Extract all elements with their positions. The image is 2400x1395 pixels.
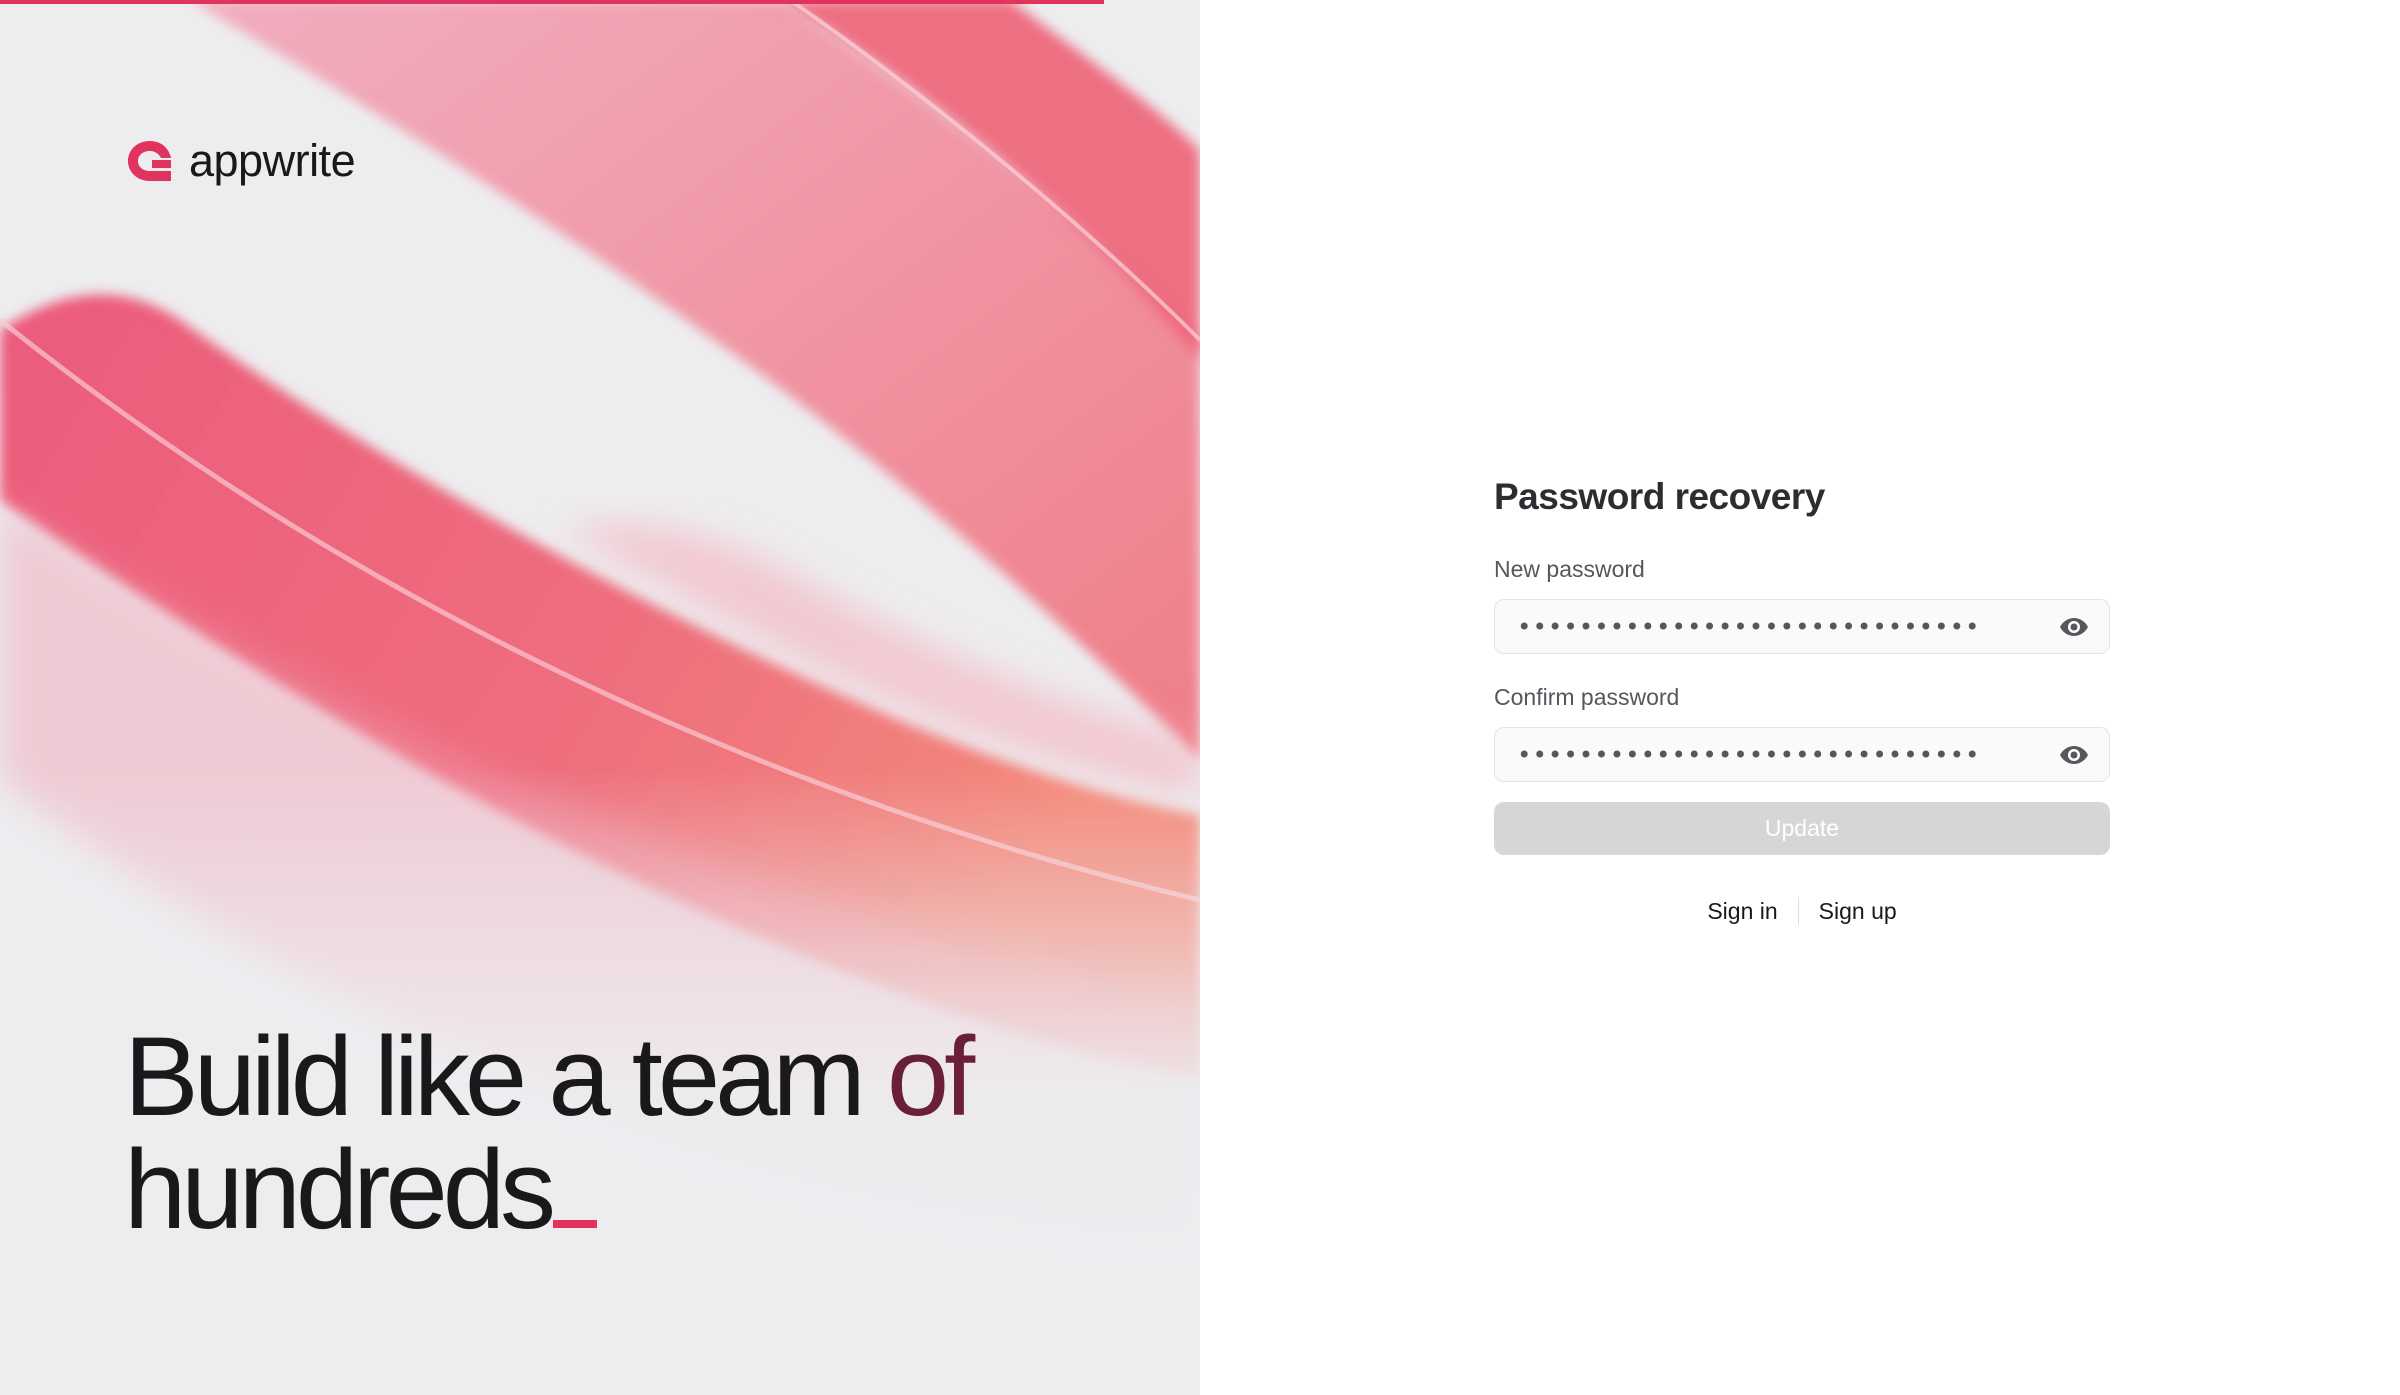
appwrite-logo-icon (128, 141, 171, 181)
brand-logo[interactable]: appwrite (125, 135, 356, 187)
hero-line-2: hundreds (124, 1127, 556, 1252)
hero-line-1: Build like a team (124, 1014, 866, 1139)
hero-tagline: Build like a team of hundreds (124, 1020, 975, 1246)
confirm-password-input[interactable] (1495, 728, 2109, 781)
loading-progress-bar (0, 0, 1104, 4)
eye-icon[interactable] (2059, 742, 2089, 768)
new-password-input[interactable] (1495, 600, 2109, 653)
password-recovery-form: Password recovery New password Confirm p… (1494, 476, 2110, 925)
confirm-password-field-wrapper (1494, 727, 2110, 782)
hero-line-1-highlight: of (886, 1014, 975, 1139)
new-password-field-wrapper (1494, 599, 2110, 654)
page: appwrite Build like a team of hundreds P… (0, 0, 2400, 1395)
eye-icon[interactable] (2059, 614, 2089, 640)
brand-name: appwrite (189, 135, 356, 186)
brand-panel: appwrite Build like a team of hundreds (0, 0, 1200, 1395)
update-button[interactable]: Update (1494, 802, 2110, 855)
form-panel: Password recovery New password Confirm p… (1200, 0, 2400, 1395)
new-password-label: New password (1494, 556, 1645, 582)
typing-cursor (553, 1220, 598, 1228)
auth-links: Sign in Sign up (1494, 897, 2110, 925)
confirm-password-label: Confirm password (1494, 684, 1680, 710)
form-title: Password recovery (1494, 476, 1825, 517)
sign-in-link[interactable]: Sign in (1687, 898, 1797, 925)
sign-up-link[interactable]: Sign up (1799, 898, 1917, 925)
